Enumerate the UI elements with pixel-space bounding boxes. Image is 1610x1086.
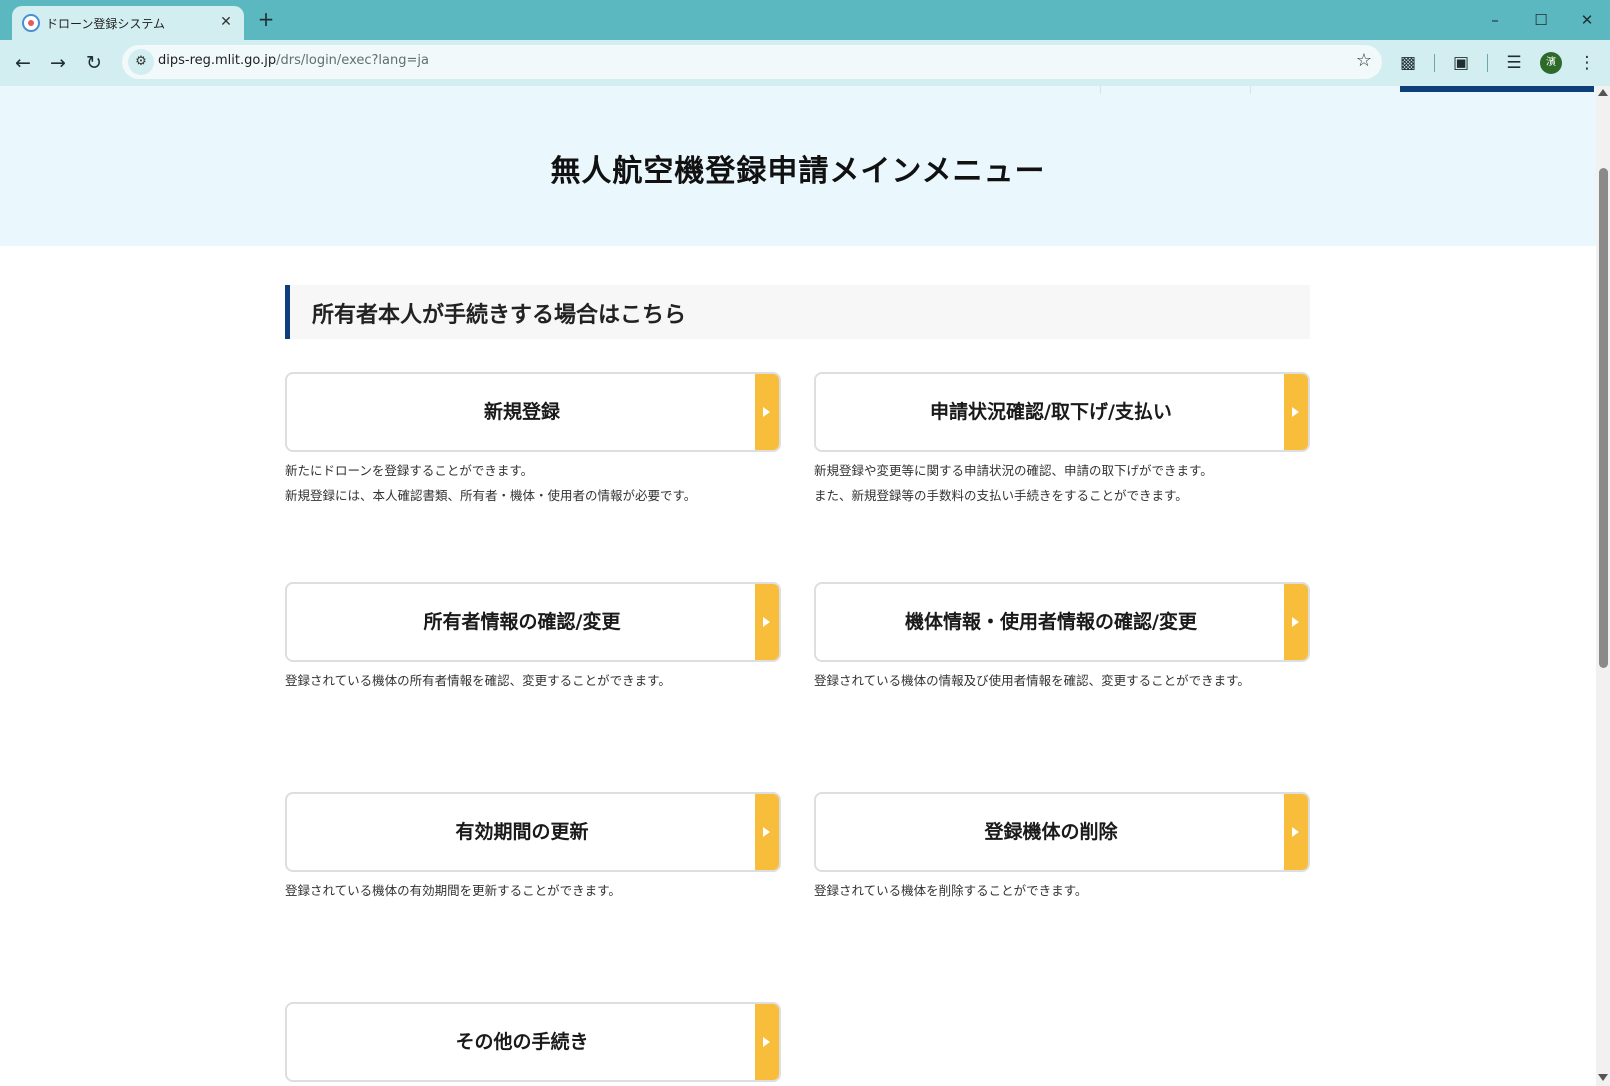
- card-label: 申請状況確認/取下げ/支払い: [930, 401, 1172, 423]
- card-label: 登録機体の削除: [984, 821, 1118, 843]
- back-icon[interactable]: ←: [9, 49, 37, 77]
- new-tab-button[interactable]: +: [254, 8, 278, 32]
- url-text[interactable]: dips-reg.mlit.go.jp/drs/login/exec?lang=…: [158, 53, 429, 68]
- description-line: また、新規登録等の手数料の支払い手続きをすることができます。: [814, 488, 1188, 503]
- card-description: 新たにドローンを登録することができます。 新規登録には、本人確認書類、所有者・機…: [285, 458, 696, 508]
- arrow-right-icon: [755, 584, 779, 660]
- arrow-right-icon: [1284, 794, 1308, 870]
- description-line: 新たにドローンを登録することができます。: [285, 463, 534, 478]
- address-bar[interactable]: ⚙ dips-reg.mlit.go.jp/drs/login/exec?lan…: [122, 45, 1382, 79]
- bookmark-star-icon[interactable]: ☆: [1356, 50, 1372, 71]
- reload-icon[interactable]: ↻: [80, 49, 108, 77]
- scroll-up-icon[interactable]: [1598, 89, 1608, 96]
- card-label: 新規登録: [483, 401, 560, 423]
- tab-search-icon[interactable]: ▣: [1447, 49, 1475, 77]
- close-tab-icon[interactable]: ✕: [216, 12, 236, 32]
- card-description: 登録されている機体を削除することができます。: [814, 878, 1087, 903]
- description-line: 登録されている機体の情報及び使用者情報を確認、変更することができます。: [814, 673, 1250, 688]
- scrollbar-thumb[interactable]: [1599, 168, 1608, 668]
- browser-tab-strip: ドローン登録システム ✕ + – ☐ ✕: [0, 0, 1610, 40]
- renewal-button[interactable]: 有効期間の更新: [285, 792, 781, 872]
- description-line: 新規登録や変更等に関する申請状況の確認、申請の取下げができます。: [814, 463, 1213, 478]
- drone-favicon-icon: [22, 14, 40, 32]
- arrow-right-icon: [755, 794, 779, 870]
- maximize-window-icon[interactable]: ☐: [1518, 6, 1564, 34]
- global-nav-strip: [0, 86, 1596, 94]
- card-label: 機体情報・使用者情報の確認/変更: [905, 611, 1197, 633]
- description-line: 登録されている機体の有効期間を更新することができます。: [285, 883, 621, 898]
- arrow-right-icon: [755, 374, 779, 450]
- card-description: 登録されている機体の所有者情報を確認、変更することができます。: [285, 668, 671, 693]
- arrow-right-icon: [1284, 374, 1308, 450]
- card-description: 登録されている機体の情報及び使用者情報を確認、変更することができます。: [814, 668, 1250, 693]
- page-header: 無人航空機登録申請メインメニュー: [0, 94, 1596, 246]
- page-title: 無人航空機登録申請メインメニュー: [550, 154, 1046, 189]
- card-label: 所有者情報の確認/変更: [423, 611, 621, 633]
- page-viewport: 無人航空機登録申請メインメニュー 所有者本人が手続きする場合はこちら 新規登録 …: [0, 86, 1610, 1086]
- active-nav-indicator: [1400, 86, 1594, 92]
- application-status-button[interactable]: 申請状況確認/取下げ/支払い: [814, 372, 1310, 452]
- section-header: 所有者本人が手続きする場合はこちら: [285, 285, 1310, 339]
- description-line: 登録されている機体の所有者情報を確認、変更することができます。: [285, 673, 671, 688]
- toolbar-separator: [1487, 54, 1488, 72]
- minimize-window-icon[interactable]: –: [1472, 6, 1518, 34]
- card-description: 新規登録や変更等に関する申請状況の確認、申請の取下げができます。 また、新規登録…: [814, 458, 1213, 508]
- profile-avatar[interactable]: 濱: [1540, 52, 1562, 74]
- description-line: 新規登録には、本人確認書類、所有者・機体・使用者の情報が必要です。: [285, 488, 697, 503]
- site-info-icon[interactable]: ⚙: [128, 49, 154, 75]
- extensions-icon[interactable]: ▩: [1394, 49, 1422, 77]
- nav-divider: [1100, 86, 1101, 94]
- new-registration-button[interactable]: 新規登録: [285, 372, 781, 452]
- aircraft-user-info-button[interactable]: 機体情報・使用者情報の確認/変更: [814, 582, 1310, 662]
- card-description: 登録されている機体の有効期間を更新することができます。: [285, 878, 621, 903]
- card-label: 有効期間の更新: [455, 821, 589, 843]
- tab-title: ドローン登録システム: [46, 17, 166, 31]
- arrow-right-icon: [755, 1004, 779, 1080]
- url-host: dips-reg.mlit.go.jp: [158, 53, 277, 68]
- scroll-down-icon[interactable]: [1598, 1074, 1608, 1081]
- browser-toolbar: ← → ↻ ⚙ dips-reg.mlit.go.jp/drs/login/ex…: [0, 40, 1610, 86]
- arrow-right-icon: [1284, 584, 1308, 660]
- toolbar-separator: [1434, 54, 1435, 72]
- close-window-icon[interactable]: ✕: [1564, 6, 1610, 34]
- card-label: その他の手続き: [455, 1031, 589, 1053]
- media-control-icon[interactable]: ☰: [1500, 49, 1528, 77]
- browser-tab[interactable]: ドローン登録システム ✕: [12, 6, 244, 40]
- description-line: 登録されている機体を削除することができます。: [814, 883, 1088, 898]
- delete-aircraft-button[interactable]: 登録機体の削除: [814, 792, 1310, 872]
- menu-kebab-icon[interactable]: ⋮: [1573, 49, 1601, 77]
- other-procedures-button[interactable]: その他の手続き: [285, 1002, 781, 1082]
- owner-info-button[interactable]: 所有者情報の確認/変更: [285, 582, 781, 662]
- nav-divider: [1250, 86, 1251, 94]
- url-path: /drs/login/exec?lang=ja: [276, 53, 429, 68]
- forward-icon[interactable]: →: [44, 49, 72, 77]
- section-title: 所有者本人が手続きする場合はこちら: [312, 303, 687, 328]
